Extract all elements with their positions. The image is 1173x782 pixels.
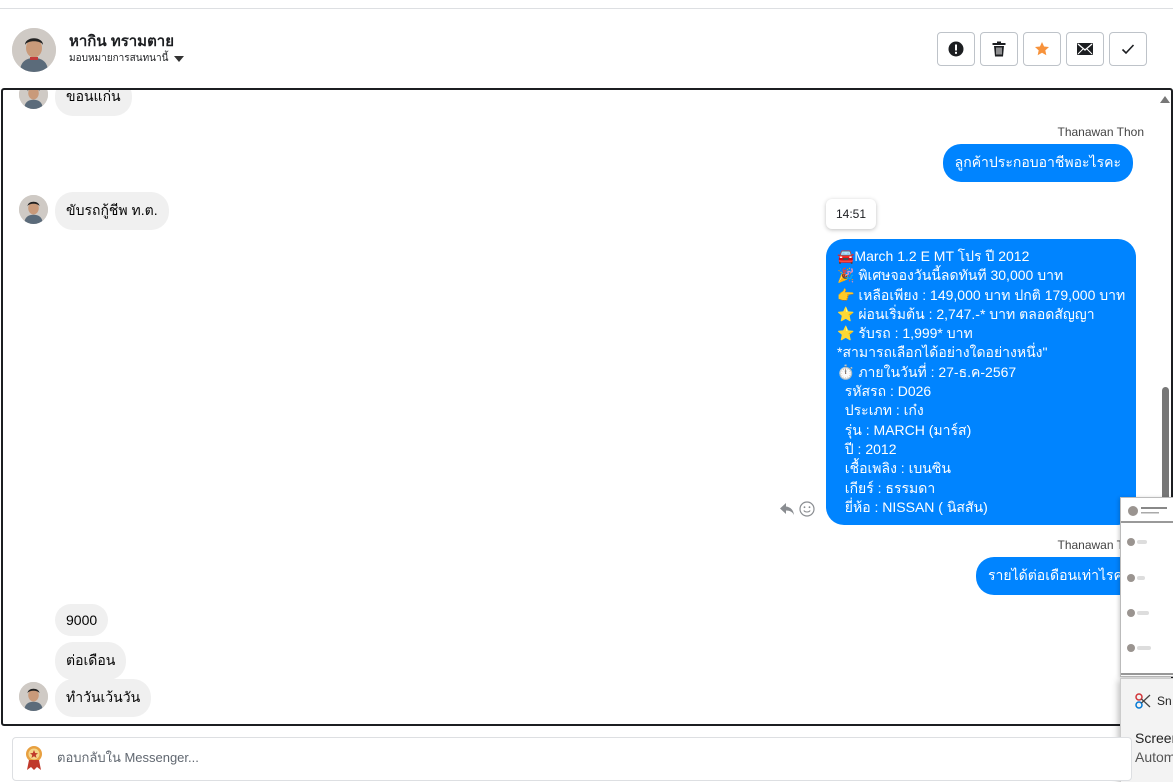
reply-input[interactable]	[57, 750, 1107, 765]
envelope-icon	[1077, 43, 1093, 55]
message-line: *สามารถเลือกได้อย่างใดอย่างหนึ่ง"	[837, 344, 1048, 361]
snip-app-label: Sn	[1157, 694, 1172, 708]
snip-app-row: Sn	[1135, 693, 1172, 709]
exclamation-icon	[948, 41, 964, 57]
contact-avatar-small	[19, 90, 48, 109]
incoming-message[interactable]: 9000	[55, 604, 109, 636]
message-line: ประเภท : เก๋ง	[837, 402, 924, 419]
message-line: 🎉 พิเศษจองวันนี้ลดทันที 30,000 บาท	[837, 267, 1064, 284]
outgoing-message[interactable]: รายได้ต่อเดือนเท่าไรคะ	[976, 557, 1143, 595]
star-icon	[1035, 42, 1049, 56]
mark-unread-button[interactable]	[1066, 32, 1104, 66]
assign-conversation-dropdown[interactable]: มอบหมายการสนทนานี้	[69, 51, 185, 66]
trash-icon	[992, 41, 1006, 57]
contact-name: หากิน ทรามตาย	[69, 33, 175, 50]
message-line: ⭐ รับรถ : 1,999* บาท	[837, 325, 973, 342]
reply-composer	[12, 737, 1132, 781]
star-button[interactable]	[1023, 32, 1061, 66]
conversation-header: หากิน ทรามตาย มอบหมายการสนทนานี้	[0, 8, 1173, 88]
message-hover-tools	[779, 501, 815, 517]
message-line: เกียร์ : ธรรมดา	[837, 479, 936, 496]
snip-title: Screen	[1135, 730, 1173, 746]
snip-subtitle: Autom	[1135, 749, 1173, 765]
checkmark-icon	[1121, 44, 1135, 55]
mark-done-button[interactable]	[1109, 32, 1147, 66]
contact-avatar-small	[19, 682, 48, 711]
timestamp-tooltip: 14:51	[826, 199, 877, 229]
reply-icon[interactable]	[779, 502, 795, 516]
message-line: 👉 เหลือเพียง : 149,000 บาท ปกติ 179,000 …	[837, 286, 1126, 303]
page-avatar-icon	[26, 746, 42, 770]
contact-avatar-small	[19, 195, 48, 224]
outgoing-message-long[interactable]: 🚘March 1.2 E MT โปร ปี 2012 🎉 พิเศษจองวั…	[826, 239, 1136, 526]
header-toolbar	[937, 32, 1147, 66]
message-line: เชื้อเพลิง : เบนซิน	[837, 460, 951, 477]
delete-button[interactable]	[980, 32, 1018, 66]
scroll-thumb[interactable]	[1162, 387, 1169, 505]
caret-down-icon	[174, 55, 185, 62]
incoming-message[interactable]: ทำวันเว้นวัน	[55, 679, 152, 717]
message-line: รุ่น : MARCH (มาร์ส)	[837, 421, 972, 438]
scroll-up-arrow-icon[interactable]	[1160, 96, 1170, 103]
snipping-tool-icon	[1135, 693, 1151, 709]
message-line: ยี่ห้อ : NISSAN ( นิสสัน)	[837, 498, 988, 515]
message-line: ⭐ ผ่อนเริ่มต้น : 2,747.-* บาท ตลอดสัญญา	[837, 305, 1095, 322]
outgoing-message[interactable]: ลูกค้าประกอบอาชีพอะไรคะ	[942, 144, 1133, 182]
contact-avatar[interactable]	[12, 28, 56, 72]
thumbnail-preview	[1121, 506, 1173, 675]
message-line: รหัสรถ : D026	[837, 383, 932, 400]
emoji-react-icon[interactable]	[799, 501, 815, 517]
incoming-message[interactable]: ขับรถกู้ชีพ ท.ต.	[55, 192, 169, 230]
assign-label: มอบหมายการสนทนานี้	[69, 53, 169, 64]
sender-name: Thanawan Thon	[1057, 125, 1144, 139]
conversation-panel[interactable]: ขอนแก่น Thanawan Thon ลูกค้าประกอบอาชีพอ…	[1, 88, 1173, 726]
snip-thumbnail[interactable]	[1120, 497, 1173, 677]
incoming-message[interactable]: ขอนแก่น	[55, 90, 132, 116]
message-line: ปี : 2012	[837, 440, 897, 457]
message-line: 🚘March 1.2 E MT โปร ปี 2012	[837, 248, 1030, 264]
incoming-message[interactable]: ต่อเดือน	[55, 642, 127, 680]
report-button[interactable]	[937, 32, 975, 66]
message-line: ⏱️ ภายในวันที่ : 27-ธ.ค-2567	[837, 363, 1017, 380]
